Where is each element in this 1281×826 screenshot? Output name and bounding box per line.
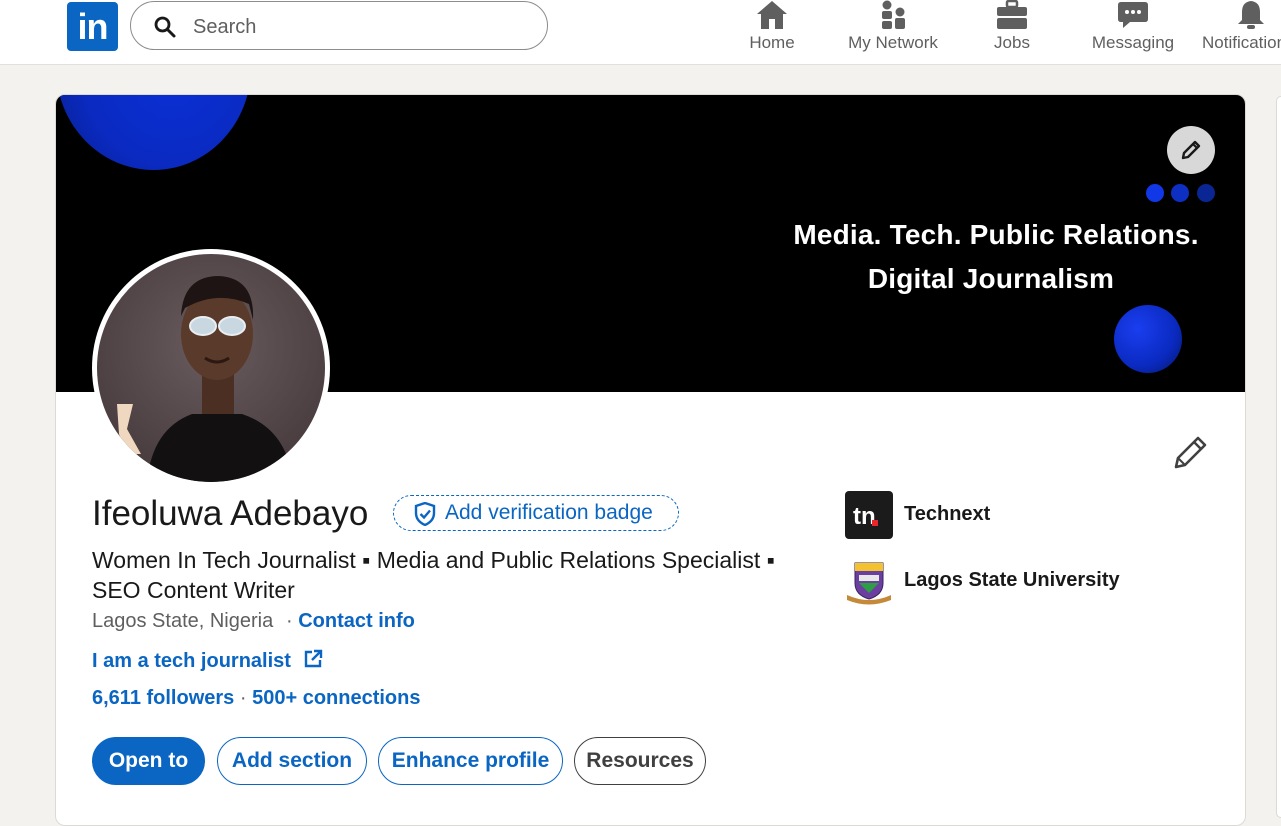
profile-photo[interactable]: [92, 249, 330, 487]
banner-decor-dot: [1197, 184, 1215, 202]
profile-name: Ifeoluwa Adebayo: [92, 494, 369, 533]
search-input[interactable]: [191, 12, 535, 42]
right-rail-card-edge: [1276, 96, 1281, 818]
banner-decor-circle: [1114, 305, 1182, 373]
followers-link[interactable]: 6,611 followers: [92, 687, 234, 709]
nav-messaging[interactable]: Messaging: [1088, 0, 1178, 64]
add-section-button[interactable]: Add section: [217, 737, 367, 785]
avatar: [97, 254, 325, 482]
nav-jobs-label: Jobs: [994, 33, 1030, 52]
banner-decor-dot: [1146, 184, 1164, 202]
add-verification-badge-button[interactable]: Add verification badge: [393, 495, 679, 531]
nav-my-network[interactable]: My Network: [838, 0, 948, 64]
banner-line-1: Media. Tech. Public Relations.: [793, 219, 1199, 250]
nav-home-label: Home: [749, 33, 795, 52]
network-icon: [882, 0, 905, 29]
company-name: Technext: [904, 503, 991, 525]
connections-link[interactable]: 500+ connections: [252, 687, 420, 709]
school-name: Lagos State University: [904, 569, 1120, 591]
messaging-icon: [1118, 2, 1148, 28]
nav-notifications-label: Notifications: [1202, 33, 1281, 52]
briefcase-icon: [997, 0, 1027, 29]
profile-card: Media. Tech. Public Relations. Digital J…: [55, 94, 1246, 826]
enhance-profile-button[interactable]: Enhance profile: [378, 737, 563, 785]
banner-decor-dot: [1171, 184, 1189, 202]
global-nav: in Home My Network Jobs: [0, 0, 1281, 65]
network-stats: 6,611 followers · 500+ connections: [92, 687, 421, 710]
banner-line-2: Digital Journalism: [867, 263, 1115, 294]
nav-messaging-label: Messaging: [1091, 33, 1175, 52]
verification-badge-label: Add verification badge: [445, 501, 653, 524]
nav-home[interactable]: Home: [742, 0, 802, 64]
contact-info-row: · Contact info: [286, 610, 415, 633]
profile-headline: Women In Tech Journalist ▪ Media and Pub…: [92, 547, 775, 603]
open-to-button[interactable]: Open to: [92, 737, 205, 785]
contact-separator: ·: [286, 610, 293, 632]
nav-my-network-label: My Network: [848, 33, 938, 52]
contact-info-link[interactable]: Contact info: [298, 610, 415, 632]
external-link-icon: [304, 649, 322, 668]
profile-location: Lagos State, Nigeria: [92, 610, 274, 632]
pencil-icon: [1181, 140, 1201, 160]
resources-button[interactable]: Resources: [574, 737, 706, 785]
home-icon: [757, 1, 787, 29]
search-bar[interactable]: [130, 1, 548, 50]
technext-logo: tn: [845, 491, 893, 539]
edit-banner-button[interactable]: [1167, 126, 1215, 174]
edit-intro-button[interactable]: [1172, 435, 1208, 471]
nav-jobs[interactable]: Jobs: [982, 0, 1042, 64]
stats-separator: ·: [239, 687, 247, 709]
lasu-crest-logo: [845, 557, 893, 605]
website-label: I am a tech journalist: [92, 650, 291, 672]
nav-notifications[interactable]: Notifications: [1202, 0, 1281, 64]
search-icon: [154, 16, 176, 38]
website-link[interactable]: I am a tech journalist: [92, 649, 323, 673]
linkedin-logo[interactable]: in: [67, 2, 118, 51]
portrait-image: [117, 276, 293, 482]
bell-icon: [1238, 1, 1264, 29]
banner-decor-circle: [56, 95, 251, 170]
shield-icon: [414, 502, 436, 526]
